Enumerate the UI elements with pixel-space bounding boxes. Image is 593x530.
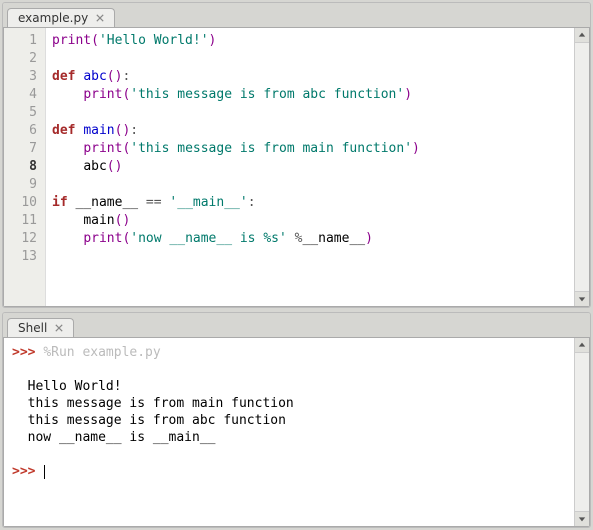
line-number: 9 [4, 176, 37, 194]
code-line: print('this message is from abc function… [52, 86, 568, 104]
scroll-up-icon[interactable] [575, 28, 589, 43]
line-number: 6 [4, 122, 37, 140]
editor-content: 12345678910111213 print('Hello World!') … [3, 27, 590, 307]
code-line [52, 248, 568, 266]
line-number: 4 [4, 86, 37, 104]
shell-output-line: now __name__ is __main__ [12, 429, 566, 446]
shell-tab-bar: Shell [3, 313, 590, 337]
code-area[interactable]: print('Hello World!') def abc(): print('… [46, 28, 574, 306]
line-number-gutter: 12345678910111213 [4, 28, 46, 306]
line-number: 12 [4, 230, 37, 248]
shell-run-command: %Run example.py [43, 345, 160, 360]
editor-tab-label: example.py [18, 11, 88, 25]
code-line [52, 50, 568, 68]
code-line: def main(): [52, 122, 568, 140]
scroll-down-icon[interactable] [575, 511, 589, 526]
line-number: 13 [4, 248, 37, 266]
editor-scrollbar[interactable] [574, 28, 589, 306]
code-line: main() [52, 212, 568, 230]
editor-panel: example.py 12345678910111213 print('Hell… [2, 2, 591, 308]
line-number: 5 [4, 104, 37, 122]
close-icon[interactable] [53, 322, 65, 334]
line-number: 2 [4, 50, 37, 68]
line-number: 3 [4, 68, 37, 86]
shell-output-line: this message is from main function [12, 395, 566, 412]
shell-output-area[interactable]: >>> %Run example.py Hello World! this me… [4, 338, 574, 526]
code-line: print('Hello World!') [52, 32, 568, 50]
line-number: 11 [4, 212, 37, 230]
shell-panel: Shell >>> %Run example.py Hello World! t… [2, 312, 591, 528]
shell-cursor [44, 465, 45, 479]
shell-output-line: Hello World! [12, 378, 566, 395]
scroll-up-icon[interactable] [575, 338, 589, 353]
line-number: 7 [4, 140, 37, 158]
close-icon[interactable] [94, 12, 106, 24]
code-line: abc() [52, 158, 568, 176]
shell-prompt: >>> [12, 464, 35, 479]
shell-tab[interactable]: Shell [7, 318, 74, 337]
line-number: 10 [4, 194, 37, 212]
code-line: print('this message is from main functio… [52, 140, 568, 158]
line-number: 8 [4, 158, 37, 176]
code-line: def abc(): [52, 68, 568, 86]
code-line [52, 176, 568, 194]
line-number: 1 [4, 32, 37, 50]
scroll-down-icon[interactable] [575, 291, 589, 306]
shell-content: >>> %Run example.py Hello World! this me… [3, 337, 590, 527]
editor-tab[interactable]: example.py [7, 8, 115, 27]
code-line: if __name__ == '__main__': [52, 194, 568, 212]
code-line [52, 104, 568, 122]
shell-prompt: >>> [12, 345, 35, 360]
code-line: print('now __name__ is %s' %__name__) [52, 230, 568, 248]
shell-tab-label: Shell [18, 321, 47, 335]
shell-scrollbar[interactable] [574, 338, 589, 526]
editor-tab-bar: example.py [3, 3, 590, 27]
shell-output-line: this message is from abc function [12, 412, 566, 429]
